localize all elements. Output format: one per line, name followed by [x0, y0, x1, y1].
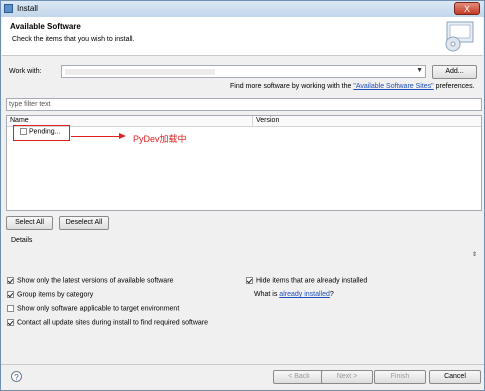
hide-installed-label: Hide items that are already installed	[256, 277, 368, 285]
what-is-suffix: ?	[329, 291, 334, 298]
column-divider	[252, 116, 253, 126]
hint-suffix: preferences.	[433, 83, 475, 90]
group-by-category-label: Group items by category	[17, 291, 94, 299]
target-env-label: Show only software applicable to target …	[17, 305, 180, 313]
annotation-text: PyDev加载中	[133, 134, 187, 144]
install-wizard-icon	[445, 21, 474, 52]
cancel-button[interactable]: Cancel	[429, 370, 481, 384]
pending-label: Pending...	[28, 128, 61, 136]
group-by-category-checkbox[interactable]	[7, 291, 14, 298]
what-is-installed: What is already installed?	[254, 291, 334, 298]
available-software-sites-link[interactable]: "Available Software Sites"	[353, 83, 433, 90]
help-icon[interactable]: ?	[11, 371, 22, 382]
hide-installed-checkbox[interactable]	[246, 277, 253, 284]
back-button[interactable]: < Back	[273, 370, 325, 384]
hint-prefix: Find more software by working with the	[230, 83, 354, 90]
option-group-by-category[interactable]: Group items by category	[7, 291, 93, 298]
column-name[interactable]: Name	[10, 117, 29, 124]
what-is-prefix: What is	[254, 291, 280, 298]
contact-sites-label: Contact all update sites during install …	[17, 319, 209, 327]
work-with-combo[interactable]: ▼	[61, 65, 426, 78]
add-button[interactable]: Add...	[432, 65, 477, 79]
software-table[interactable]: Name Version	[6, 115, 482, 211]
annotation-arrow	[71, 136, 121, 137]
table-header: Name Version	[7, 116, 481, 127]
next-button[interactable]: Next >	[321, 370, 373, 384]
work-with-label: Work with:	[9, 68, 42, 75]
target-env-checkbox[interactable]	[7, 305, 14, 312]
table-row[interactable]: Pending...	[20, 128, 60, 135]
filter-input[interactable]: type filter text	[6, 98, 482, 111]
work-with-value	[65, 69, 215, 75]
pending-checkbox[interactable]	[20, 128, 27, 135]
deselect-all-button[interactable]: Deselect All	[59, 216, 109, 230]
option-latest-versions[interactable]: Show only the latest versions of availab…	[7, 277, 173, 284]
option-hide-installed[interactable]: Hide items that are already installed	[246, 277, 367, 284]
details-panel: Details ⇕	[6, 233, 482, 265]
column-version[interactable]: Version	[256, 117, 279, 124]
details-label: Details	[11, 237, 33, 244]
contact-sites-checkbox[interactable]	[7, 319, 14, 326]
annotation-arrowhead-icon	[119, 133, 126, 139]
latest-versions-checkbox[interactable]	[7, 277, 14, 284]
finish-button[interactable]: Finish	[374, 370, 426, 384]
option-contact-sites[interactable]: Contact all update sites during install …	[7, 319, 208, 326]
select-all-button[interactable]: Select All	[6, 216, 53, 230]
already-installed-link[interactable]: already installed	[279, 291, 330, 298]
page-subtitle: Check the items that you wish to install…	[12, 36, 135, 43]
find-more-hint: Find more software by working with the "…	[230, 83, 475, 90]
close-button[interactable]: X	[454, 2, 480, 15]
chevron-down-icon[interactable]: ▼	[416, 67, 423, 74]
wizard-header: Available Software Check the items that …	[2, 17, 483, 56]
footer-divider	[1, 364, 484, 365]
install-window: Install X Available Software Check the i…	[0, 0, 485, 391]
window-title: Install	[17, 4, 38, 13]
details-scroll-icon[interactable]: ⇕	[472, 251, 477, 258]
title-bar: Install X	[1, 1, 484, 17]
latest-versions-label: Show only the latest versions of availab…	[17, 277, 174, 285]
option-target-env[interactable]: Show only software applicable to target …	[7, 305, 179, 312]
page-title: Available Software	[10, 22, 81, 31]
app-icon	[4, 4, 13, 13]
